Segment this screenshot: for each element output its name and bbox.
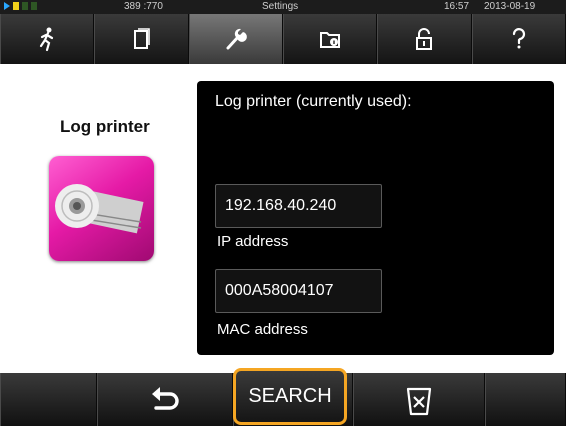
tab-info[interactable] xyxy=(282,14,378,64)
play-icon xyxy=(4,2,10,10)
tab-program[interactable] xyxy=(0,14,95,64)
log-printer-icon xyxy=(49,156,154,261)
bottom-empty-slot xyxy=(485,373,566,426)
back-button[interactable] xyxy=(97,373,233,426)
position-readout: 389 :770 xyxy=(124,1,163,12)
sd-card-icon xyxy=(13,2,19,10)
panel-heading: Log printer (currently used): xyxy=(215,93,412,110)
page-title: Log printer xyxy=(60,117,150,136)
tab-help[interactable] xyxy=(471,14,566,64)
info-folder-icon xyxy=(320,32,341,48)
mac-address-label: MAC address xyxy=(217,321,308,338)
search-button[interactable]: SEARCH xyxy=(233,368,347,425)
wrench-icon xyxy=(226,28,247,50)
question-icon xyxy=(512,28,525,49)
screen-title: Settings xyxy=(262,1,299,12)
delete-button[interactable] xyxy=(353,373,485,426)
ip-address-field[interactable]: 192.168.40.240 xyxy=(215,184,382,228)
status-indicator-icon xyxy=(22,2,28,10)
tab-documents[interactable] xyxy=(94,14,189,64)
tab-access[interactable] xyxy=(377,14,472,64)
bottom-empty-slot xyxy=(0,373,97,426)
status-icons xyxy=(4,2,37,10)
clock-date: 2013-08-19 xyxy=(484,1,536,12)
status-indicator-icon xyxy=(31,2,37,10)
person-running-icon xyxy=(40,27,54,52)
status-bar: 389 :770 Settings 16:57 2013-08-19 xyxy=(0,0,566,14)
clock-time: 16:57 xyxy=(444,1,470,12)
main-tab-bar xyxy=(0,14,566,64)
ip-address-label: IP address xyxy=(217,233,289,250)
back-arrow-icon xyxy=(152,386,179,410)
mac-address-field[interactable]: 000A58004107 xyxy=(215,269,382,313)
tab-settings[interactable] xyxy=(188,14,283,64)
printer-info-panel: Log printer (currently used): 192.168.40… xyxy=(197,81,554,355)
lock-icon xyxy=(416,28,433,50)
document-icon xyxy=(134,28,151,49)
trash-icon xyxy=(406,387,432,415)
